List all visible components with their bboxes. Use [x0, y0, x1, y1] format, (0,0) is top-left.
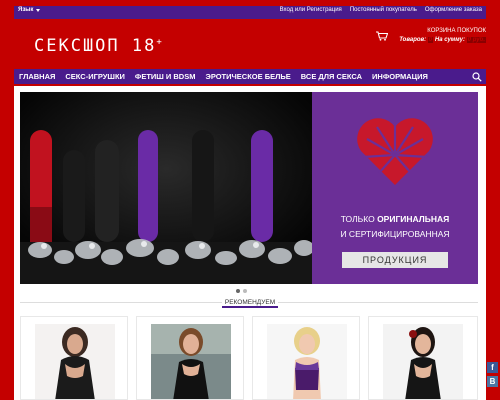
cart-item-count: 0 [427, 37, 434, 43]
slider-dots [236, 289, 247, 293]
language-selector[interactable]: Язык [18, 7, 33, 13]
nav-item-information[interactable]: ИНФОРМАЦИЯ [367, 69, 433, 84]
site-logo[interactable]: СЕКСШОП 18+ [34, 36, 164, 56]
banner-promo: ТОЛЬКО ОРИГИНАЛЬНАЯ И СЕРТИФИЦИРОВАННАЯ … [312, 92, 478, 284]
cart-title: КОРЗИНА ПОКУПОК [427, 28, 486, 34]
account-links: Вход или Регистрация Постоянный покупате… [280, 7, 482, 13]
product-image [383, 324, 463, 399]
product-photo [20, 92, 312, 284]
slider-dot[interactable] [243, 289, 247, 293]
nav-item-fetish-bdsm[interactable]: ФЕТИШ И BDSM [130, 69, 201, 84]
product-card[interactable] [368, 316, 478, 400]
cart-summary: Товаров: 0 На сумму: 0 руб. [399, 37, 486, 43]
banner-line-2: И СЕРТИФИЦИРОВАННАЯ [340, 229, 450, 239]
shopping-cart[interactable]: КОРЗИНА ПОКУПОК Товаров: 0 На сумму: 0 р… [376, 28, 486, 48]
cart-total: 0 руб. [466, 37, 486, 43]
product-card[interactable] [252, 316, 360, 400]
login-register-link[interactable]: Вход или Регистрация [280, 7, 342, 13]
product-card[interactable] [20, 316, 128, 400]
chevron-down-icon[interactable] [36, 9, 40, 12]
nav-item-sex-toys[interactable]: СЕКС-ИГРУШКИ [60, 69, 130, 84]
product-image [35, 324, 115, 399]
product-list [20, 316, 478, 400]
slider-dot[interactable] [236, 289, 240, 293]
top-bar: Язык Вход или Регистрация Постоянный пок… [0, 0, 500, 25]
heart-icon [357, 118, 433, 185]
vk-icon[interactable]: B [487, 376, 498, 387]
regular-customer-link[interactable]: Постоянный покупатель [350, 7, 417, 13]
main-nav: ГЛАВНАЯ СЕКС-ИГРУШКИ ФЕТИШ И BDSM ЭРОТИЧ… [14, 69, 486, 84]
checkout-link[interactable]: Оформление заказа [425, 7, 482, 13]
cart-icon [376, 31, 388, 41]
nav-item-all-for-sex[interactable]: ВСЕ ДЛЯ СЕКСА [296, 69, 367, 84]
top-bar-strip: Язык Вход или Регистрация Постоянный пок… [14, 6, 486, 19]
nav-item-lingerie[interactable]: ЭРОТИЧЕСКОЕ БЕЛЬЕ [200, 69, 295, 84]
nav-item-home[interactable]: ГЛАВНАЯ [14, 69, 60, 84]
product-card[interactable] [136, 316, 244, 400]
facebook-icon[interactable]: f [487, 362, 498, 373]
hero-banner[interactable]: ТОЛЬКО ОРИГИНАЛЬНАЯ И СЕРТИФИЦИРОВАННАЯ … [20, 92, 478, 284]
banner-line-1: ТОЛЬКО ОРИГИНАЛЬНАЯ [340, 214, 450, 224]
product-image [151, 324, 231, 399]
product-image [267, 324, 347, 399]
search-icon[interactable] [472, 72, 482, 82]
section-title: РЕКОМЕНДУЕМ [222, 297, 278, 308]
banner-badge: ПРОДУКЦИЯ [342, 252, 448, 268]
